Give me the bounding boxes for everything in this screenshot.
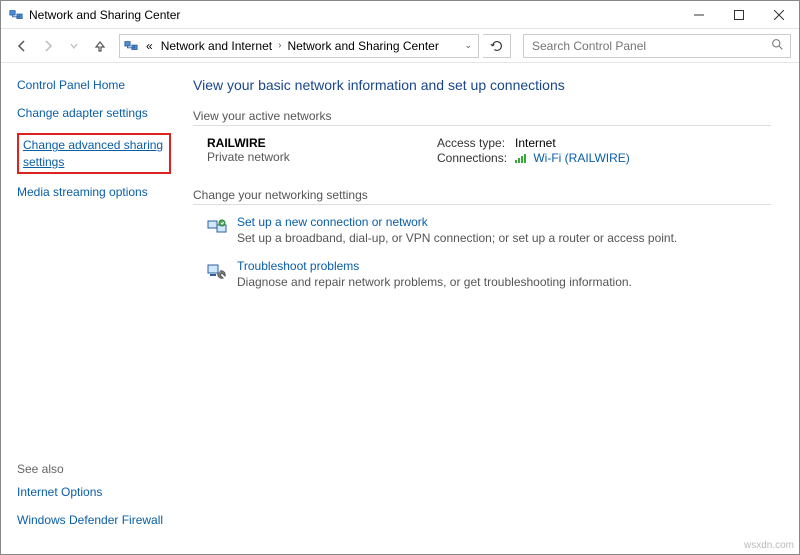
minimize-button[interactable] bbox=[679, 1, 719, 29]
search-input[interactable] bbox=[530, 38, 771, 54]
breadcrumb-separator-icon: › bbox=[276, 40, 283, 51]
sidebar-control-panel-home[interactable]: Control Panel Home bbox=[17, 77, 171, 93]
divider bbox=[193, 204, 771, 205]
window-title: Network and Sharing Center bbox=[29, 8, 180, 22]
sidebar-internet-options[interactable]: Internet Options bbox=[17, 484, 102, 500]
breadcrumb-network-internet[interactable]: Network and Internet bbox=[157, 39, 276, 53]
maximize-button[interactable] bbox=[719, 1, 759, 29]
change-settings-label: Change your networking settings bbox=[193, 188, 771, 202]
up-button[interactable] bbox=[89, 35, 111, 57]
search-icon bbox=[771, 38, 784, 54]
access-type-label: Access type: bbox=[437, 136, 515, 150]
breadcrumb-prefix: « bbox=[142, 39, 157, 53]
app-icon bbox=[9, 8, 23, 22]
setup-connection-desc: Set up a broadband, dial-up, or VPN conn… bbox=[237, 231, 677, 245]
sidebar-media-streaming[interactable]: Media streaming options bbox=[17, 184, 171, 200]
connections-label: Connections: bbox=[437, 151, 515, 166]
divider bbox=[193, 125, 771, 126]
access-type-value: Internet bbox=[515, 136, 771, 150]
network-name: RAILWIRE bbox=[207, 136, 437, 150]
troubleshoot-icon bbox=[207, 261, 227, 281]
setup-connection-link[interactable]: Set up a new connection or network bbox=[237, 215, 428, 229]
breadcrumb-network-sharing[interactable]: Network and Sharing Center bbox=[283, 39, 442, 53]
setup-connection-icon bbox=[207, 217, 227, 237]
sidebar-firewall[interactable]: Windows Defender Firewall bbox=[17, 512, 163, 528]
active-networks-label: View your active networks bbox=[193, 109, 771, 123]
watermark: wsxdn.com bbox=[744, 540, 794, 551]
troubleshoot-link[interactable]: Troubleshoot problems bbox=[237, 259, 359, 273]
address-dropdown-icon[interactable]: ⌄ bbox=[458, 40, 478, 51]
back-button[interactable] bbox=[11, 35, 33, 57]
refresh-button[interactable] bbox=[483, 34, 511, 58]
sidebar-highlight: Change advanced sharing settings bbox=[17, 133, 171, 173]
address-bar-icon bbox=[120, 39, 142, 53]
address-bar[interactable]: « Network and Internet › Network and Sha… bbox=[119, 34, 479, 58]
recent-dropdown-icon[interactable] bbox=[63, 35, 85, 57]
network-type: Private network bbox=[207, 150, 437, 164]
sidebar-change-adapter[interactable]: Change adapter settings bbox=[17, 105, 171, 121]
close-button[interactable] bbox=[759, 1, 799, 29]
search-box[interactable] bbox=[523, 34, 791, 58]
sidebar-seealso-label: See also bbox=[17, 462, 171, 476]
troubleshoot-desc: Diagnose and repair network problems, or… bbox=[237, 275, 632, 289]
forward-button[interactable] bbox=[37, 35, 59, 57]
wifi-signal-icon bbox=[515, 152, 527, 166]
connection-link[interactable]: Wi-Fi (RAILWIRE) bbox=[533, 151, 629, 165]
page-heading: View your basic network information and … bbox=[193, 77, 771, 93]
sidebar-change-advanced-sharing[interactable]: Change advanced sharing settings bbox=[23, 137, 165, 169]
